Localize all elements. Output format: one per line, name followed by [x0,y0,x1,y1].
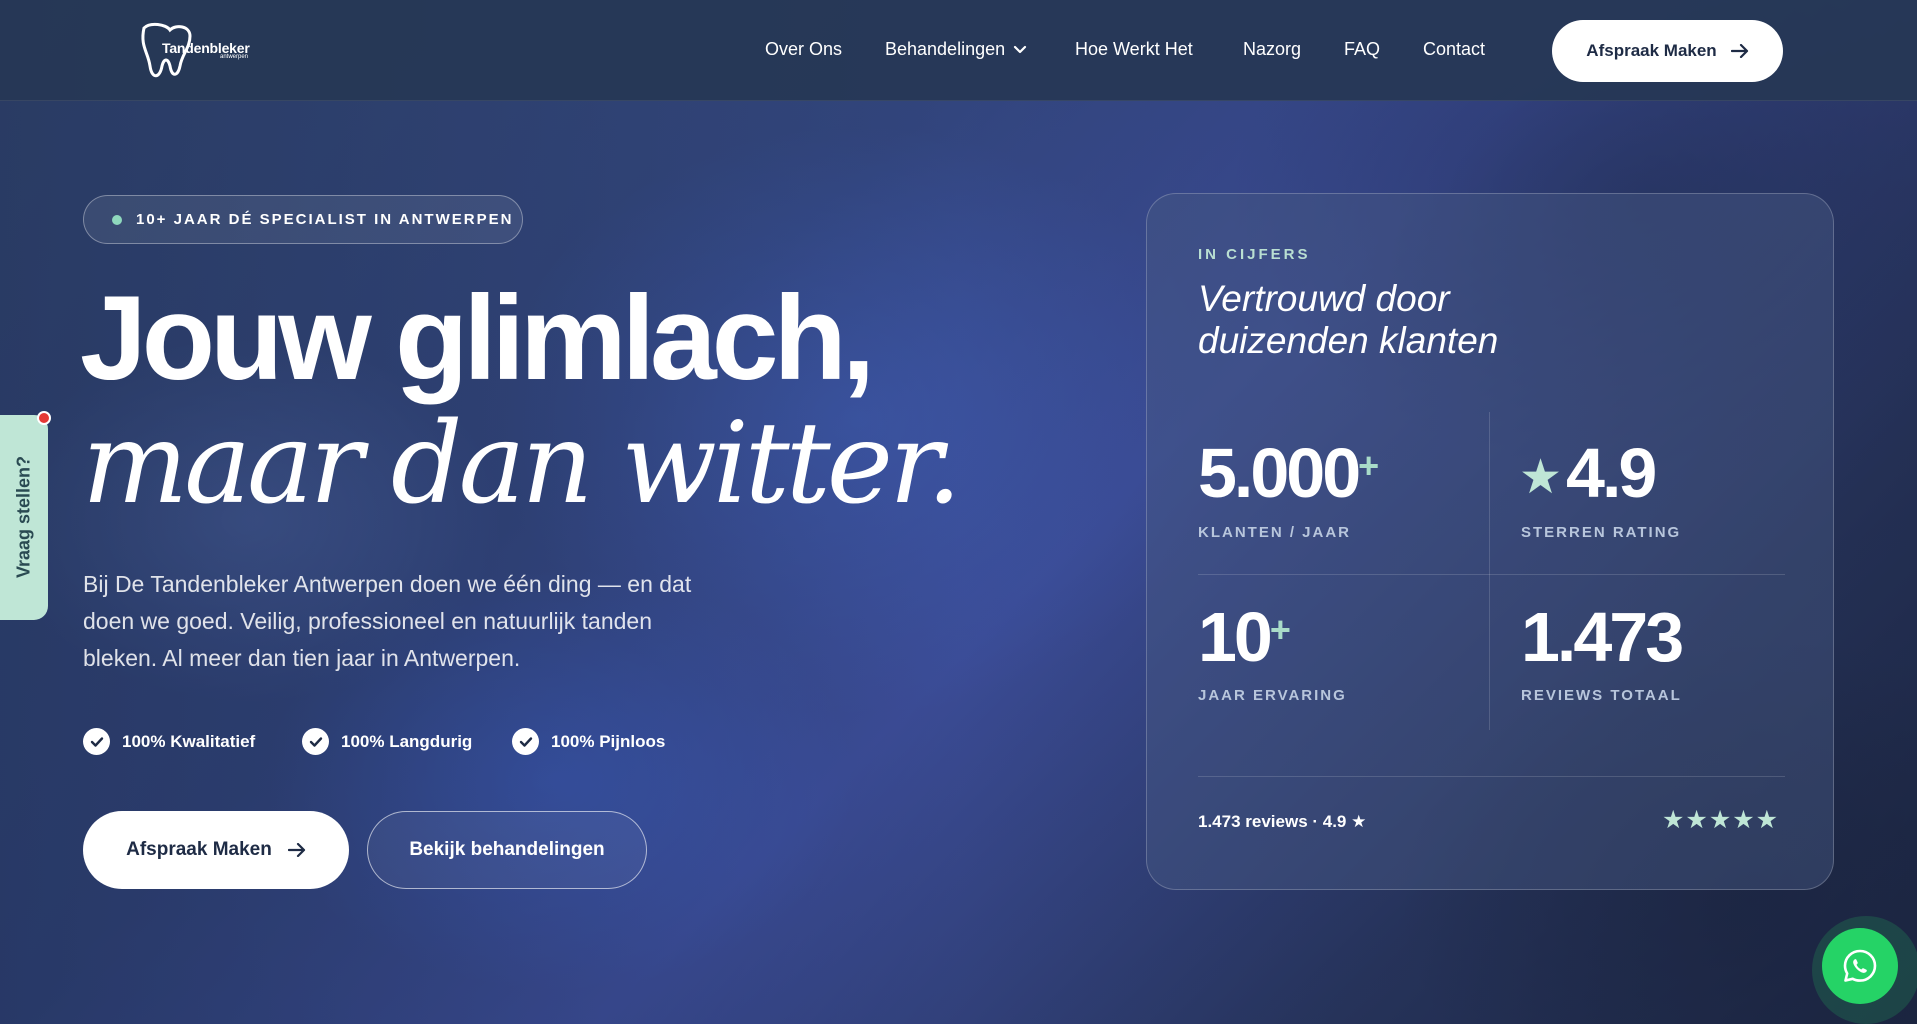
check-item-label: 100% Kwalitatief [122,731,256,751]
check-item-label: 100% Langdurig [341,731,473,751]
header-appointment-button[interactable]: Afspraak Maken [1552,20,1783,82]
nav-item-hoe-werkt-het[interactable]: Hoe Werkt Het [1075,39,1193,60]
check-icon [512,728,539,755]
hero-title-line2: maar dan witter. [82,399,962,529]
hero-lead-text: Bij De Tandenbleker Antwerpen doen we éé… [83,571,692,671]
hero-badge: 10+ JAAR DÉ SPECIALIST IN ANTWERPEN [83,195,523,244]
check-item-langdurig: 100% Langdurig [302,728,472,755]
nav-item-nazorg[interactable]: Nazorg [1243,39,1301,60]
hero-appointment-label: Afspraak Maken [126,839,272,860]
check-icon [83,728,110,755]
nav-item-faq[interactable]: FAQ [1344,39,1380,60]
stats-footer-divider [1198,776,1785,777]
stat-experience-label: JAAR ERVARING [1198,687,1347,704]
nav-item-behandelingen[interactable]: Behandelingen [885,39,1027,60]
notification-dot [37,411,51,425]
view-treatments-button[interactable]: Bekijk behandelingen [367,811,647,889]
arrow-right-icon [287,843,305,857]
stats-eyebrow: IN CIJFERS [1198,246,1311,263]
rating-stars: ★★★★★ [1662,806,1780,834]
hero-title-line1: Jouw glimlach, [80,271,875,405]
view-treatments-label: Bekijk behandelingen [409,839,605,860]
stat-clients-value: 5.000+ [1198,434,1380,512]
stat-rating-label: STERREN RATING [1521,524,1682,541]
nav-item-behandelingen-label: Behandelingen [885,39,1006,59]
stat-rating-value: ★4.9 [1519,434,1657,512]
logo[interactable]: Tandenbleker antwerpen [136,20,266,82]
stats-title: Vertrouwd door duizenden klanten [1198,278,1499,361]
badge-dot-icon [112,214,122,225]
header-appointment-label: Afspraak Maken [1586,41,1717,60]
stats-divider-vertical [1489,412,1490,730]
stat-reviews-label: REVIEWS TOTAAL [1521,687,1682,704]
reviews-summary: 1.473 reviews · 4.9 ★ [1198,812,1367,831]
star-icon: ★ [1519,451,1563,504]
ask-question-label: Vraag stellen? [13,455,34,579]
stats-card: IN CIJFERS Vertrouwd door duizenden klan… [1146,193,1834,890]
whatsapp-button[interactable] [1822,928,1898,1004]
check-icon [302,728,329,755]
hero-badge-text: 10+ JAAR DÉ SPECIALIST IN ANTWERPEN [136,211,514,228]
whatsapp-icon [1843,949,1877,982]
arrow-right-icon [1730,44,1748,58]
stat-reviews-value: 1.473 [1521,598,1684,676]
nav-item-over-ons[interactable]: Over Ons [765,39,842,60]
check-item-kwalitatief: 100% Kwalitatief [83,728,255,755]
stat-experience-value: 10+ [1198,598,1291,676]
check-item-pijnloos: 100% Pijnloos [512,728,665,755]
stat-clients-label: KLANTEN / JAAR [1198,524,1352,541]
nav-item-contact[interactable]: Contact [1423,39,1485,60]
ask-question-tab[interactable]: Vraag stellen? [0,415,48,620]
logo-subtext: antwerpen [220,54,249,60]
stats-divider-horizontal [1198,574,1785,575]
chevron-down-icon [1014,46,1027,54]
check-item-label: 100% Pijnloos [551,731,666,751]
hero-appointment-button[interactable]: Afspraak Maken [83,811,349,889]
site-header: Tandenbleker antwerpen Over Ons Behandel… [0,0,1917,101]
